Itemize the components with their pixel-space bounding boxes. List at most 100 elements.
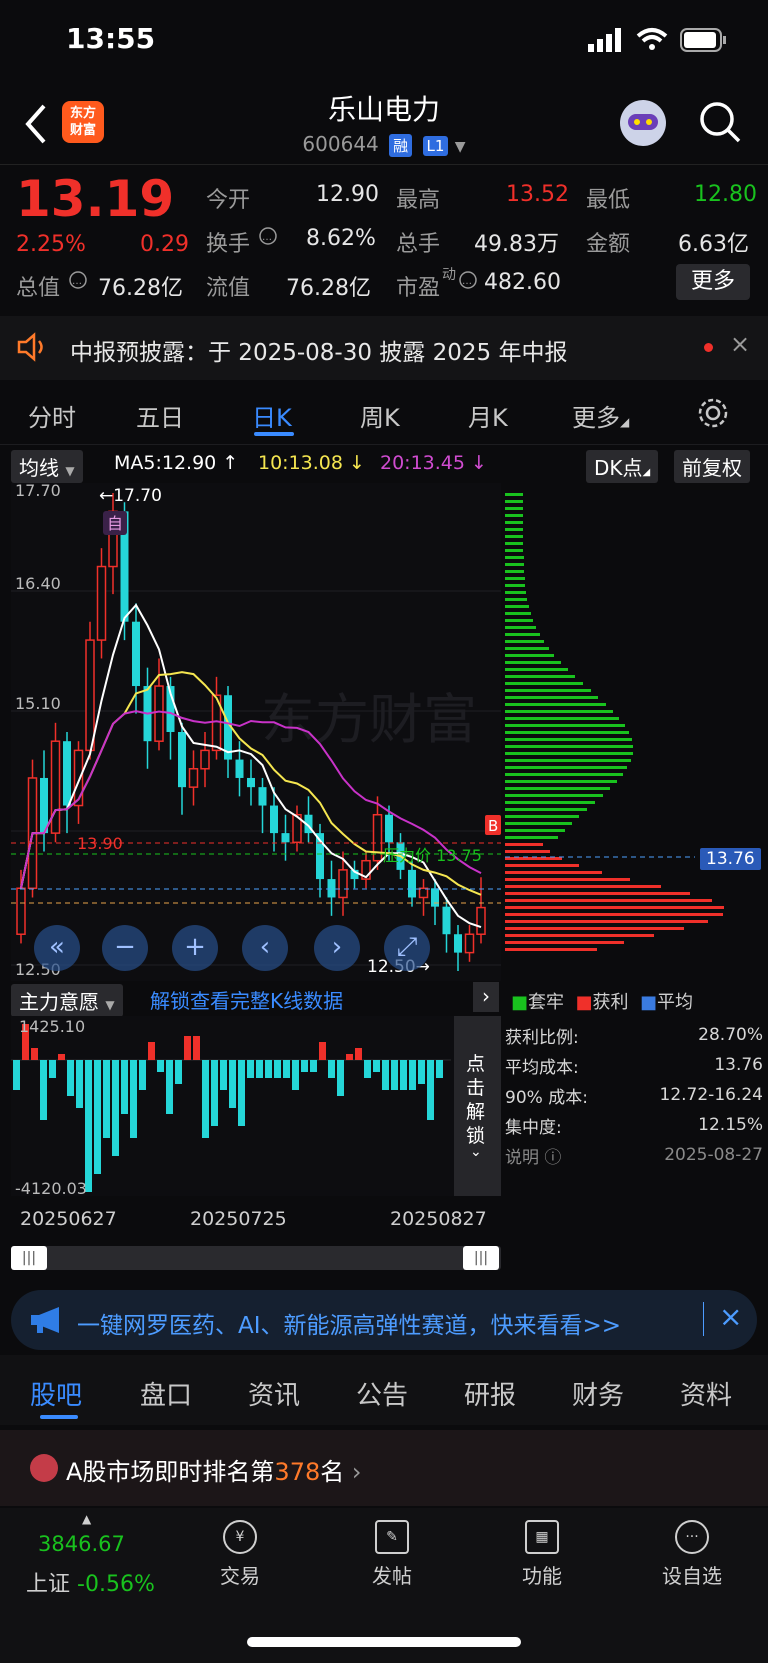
tab-news[interactable]: 资讯: [248, 1375, 300, 1412]
close-icon[interactable]: ×: [730, 330, 750, 358]
nav-add-watchlist[interactable]: ··· 设自选: [632, 1520, 752, 1589]
tab-monthly[interactable]: 月K: [468, 398, 508, 433]
tab-forum[interactable]: 股吧: [30, 1375, 82, 1412]
chip-bar: [505, 682, 583, 685]
chip-bar: [505, 836, 558, 839]
nav-post[interactable]: ✎ 发帖: [332, 1520, 452, 1589]
main-force-bar: [283, 1060, 290, 1078]
chip-bar: [505, 619, 533, 622]
search-icon[interactable]: [698, 100, 742, 144]
candle-body: [258, 787, 267, 806]
gear-icon[interactable]: [696, 396, 730, 430]
tab-orderbook[interactable]: 盘口: [140, 1375, 192, 1412]
chip-bar: [505, 745, 633, 748]
range-slider[interactable]: ||| |||: [11, 1246, 501, 1270]
main-force-bar: [256, 1060, 263, 1078]
chip-bar: [505, 801, 595, 804]
main-force-bar: [121, 1060, 128, 1114]
zoom-in-icon[interactable]: +: [172, 925, 218, 971]
more-button[interactable]: 更多: [676, 264, 750, 300]
main-force-bar: [364, 1060, 371, 1078]
chip-bar: [505, 633, 540, 636]
rewind-icon[interactable]: «: [34, 925, 80, 971]
main-force-bar: [40, 1060, 47, 1120]
slider-handle-left[interactable]: |||: [11, 1246, 47, 1270]
robot-assistant-icon[interactable]: [620, 100, 666, 146]
dk-button[interactable]: DK点◢: [586, 450, 659, 483]
candle-body: [16, 887, 26, 935]
date-mid: 20250725: [190, 1208, 287, 1230]
rank-banner[interactable]: A股市场即时排名第378名 ›: [0, 1430, 768, 1506]
chip-bar: [505, 766, 627, 769]
chip-bar: [505, 892, 690, 895]
chip-legend: ■套牢 ■获利 ■平均: [511, 992, 693, 1013]
chip-bar: [505, 626, 536, 629]
chip-bar: [505, 773, 623, 776]
tab-intraday[interactable]: 分时: [28, 398, 76, 433]
watermark: 东方财富: [261, 688, 477, 751]
index-change[interactable]: 上证 -0.56%: [26, 1566, 155, 1598]
prev-icon[interactable]: ‹: [242, 925, 288, 971]
yen-icon: ¥: [223, 1520, 257, 1554]
tab-announcements[interactable]: 公告: [356, 1375, 408, 1412]
close-icon[interactable]: ×: [719, 1300, 742, 1333]
fullscreen-icon[interactable]: ⤢: [384, 925, 430, 971]
indicator-select[interactable]: 均线 ▼: [11, 450, 83, 483]
explain-link[interactable]: 说明 ⓘ: [505, 1143, 561, 1168]
nav-functions[interactable]: ▦ 功能: [482, 1520, 602, 1589]
tab-more[interactable]: 更多◢: [572, 398, 629, 433]
tab-finance[interactable]: 财务: [572, 1375, 624, 1412]
next-icon[interactable]: ›: [314, 925, 360, 971]
chip-bar: [505, 794, 603, 797]
float-value: 76.28亿: [286, 276, 371, 301]
notice-bar[interactable]: 中报预披露：于 2025-08-30 披露 2025 年中报 ×: [0, 316, 768, 380]
chevron-right-icon[interactable]: ›: [473, 982, 499, 1012]
low-label: 最低: [586, 188, 631, 213]
candle-body: [247, 777, 255, 788]
main-force-bar: [76, 1060, 83, 1108]
chip-bar: [505, 605, 529, 608]
main-force-bar: [220, 1060, 227, 1090]
tab-daily[interactable]: 日K: [252, 398, 292, 433]
candle-body: [327, 879, 336, 898]
date-end: 20250827: [390, 1208, 487, 1230]
chip-bar: [505, 885, 661, 888]
tab-research[interactable]: 研报: [464, 1375, 516, 1412]
tab-5day[interactable]: 五日: [136, 398, 184, 433]
candlestick-chart[interactable]: 东方财富 17.70 16.40 15.10 12.50 ←17.70 12.5…: [11, 483, 501, 981]
chip-bar: [505, 920, 708, 923]
unlock-link[interactable]: 解锁查看完整K线数据: [150, 985, 343, 1014]
chip-bar: [505, 696, 598, 699]
axis-label-2: 16.40: [15, 574, 61, 593]
chevron-down-icon: ⌄: [470, 1144, 482, 1160]
home-indicator: [247, 1637, 521, 1647]
sub-bottom-label: -4120.03: [15, 1179, 87, 1196]
main-force-bar: [139, 1060, 146, 1090]
chip-bar: [505, 948, 597, 951]
chip-bar: [505, 591, 526, 594]
main-force-bar: [184, 1036, 191, 1060]
chip-bar: [505, 661, 561, 664]
candle-body: [40, 777, 48, 834]
tab-profile[interactable]: 资料: [680, 1375, 732, 1412]
high-label: 最高: [396, 188, 441, 213]
sub-indicator-select[interactable]: 主力意愿 ▼: [11, 984, 123, 1017]
main-force-bar: [319, 1042, 326, 1060]
index-value[interactable]: 3846.67: [38, 1532, 125, 1556]
info-icon[interactable]: …: [458, 270, 478, 290]
zoom-out-icon[interactable]: −: [102, 925, 148, 971]
chip-bar: [505, 759, 631, 762]
candle-body: [270, 805, 278, 834]
tab-weekly[interactable]: 周K: [360, 398, 400, 433]
adjust-button[interactable]: 前复权: [674, 450, 750, 483]
main-force-bar: [94, 1060, 101, 1174]
slider-handle-right[interactable]: |||: [463, 1246, 499, 1270]
chip-bar: [505, 927, 684, 930]
info-icon[interactable]: …: [68, 270, 88, 290]
nav-trade[interactable]: ¥ 交易: [180, 1520, 300, 1589]
axis-label-3: 15.10: [15, 694, 61, 713]
candle-body: [178, 732, 186, 788]
info-icon[interactable]: …: [258, 226, 278, 246]
promo-banner[interactable]: 一键网罗医药、AI、新能源高弹性赛道，快来看看>> ×: [11, 1290, 757, 1350]
main-force-bar: [229, 1060, 236, 1108]
